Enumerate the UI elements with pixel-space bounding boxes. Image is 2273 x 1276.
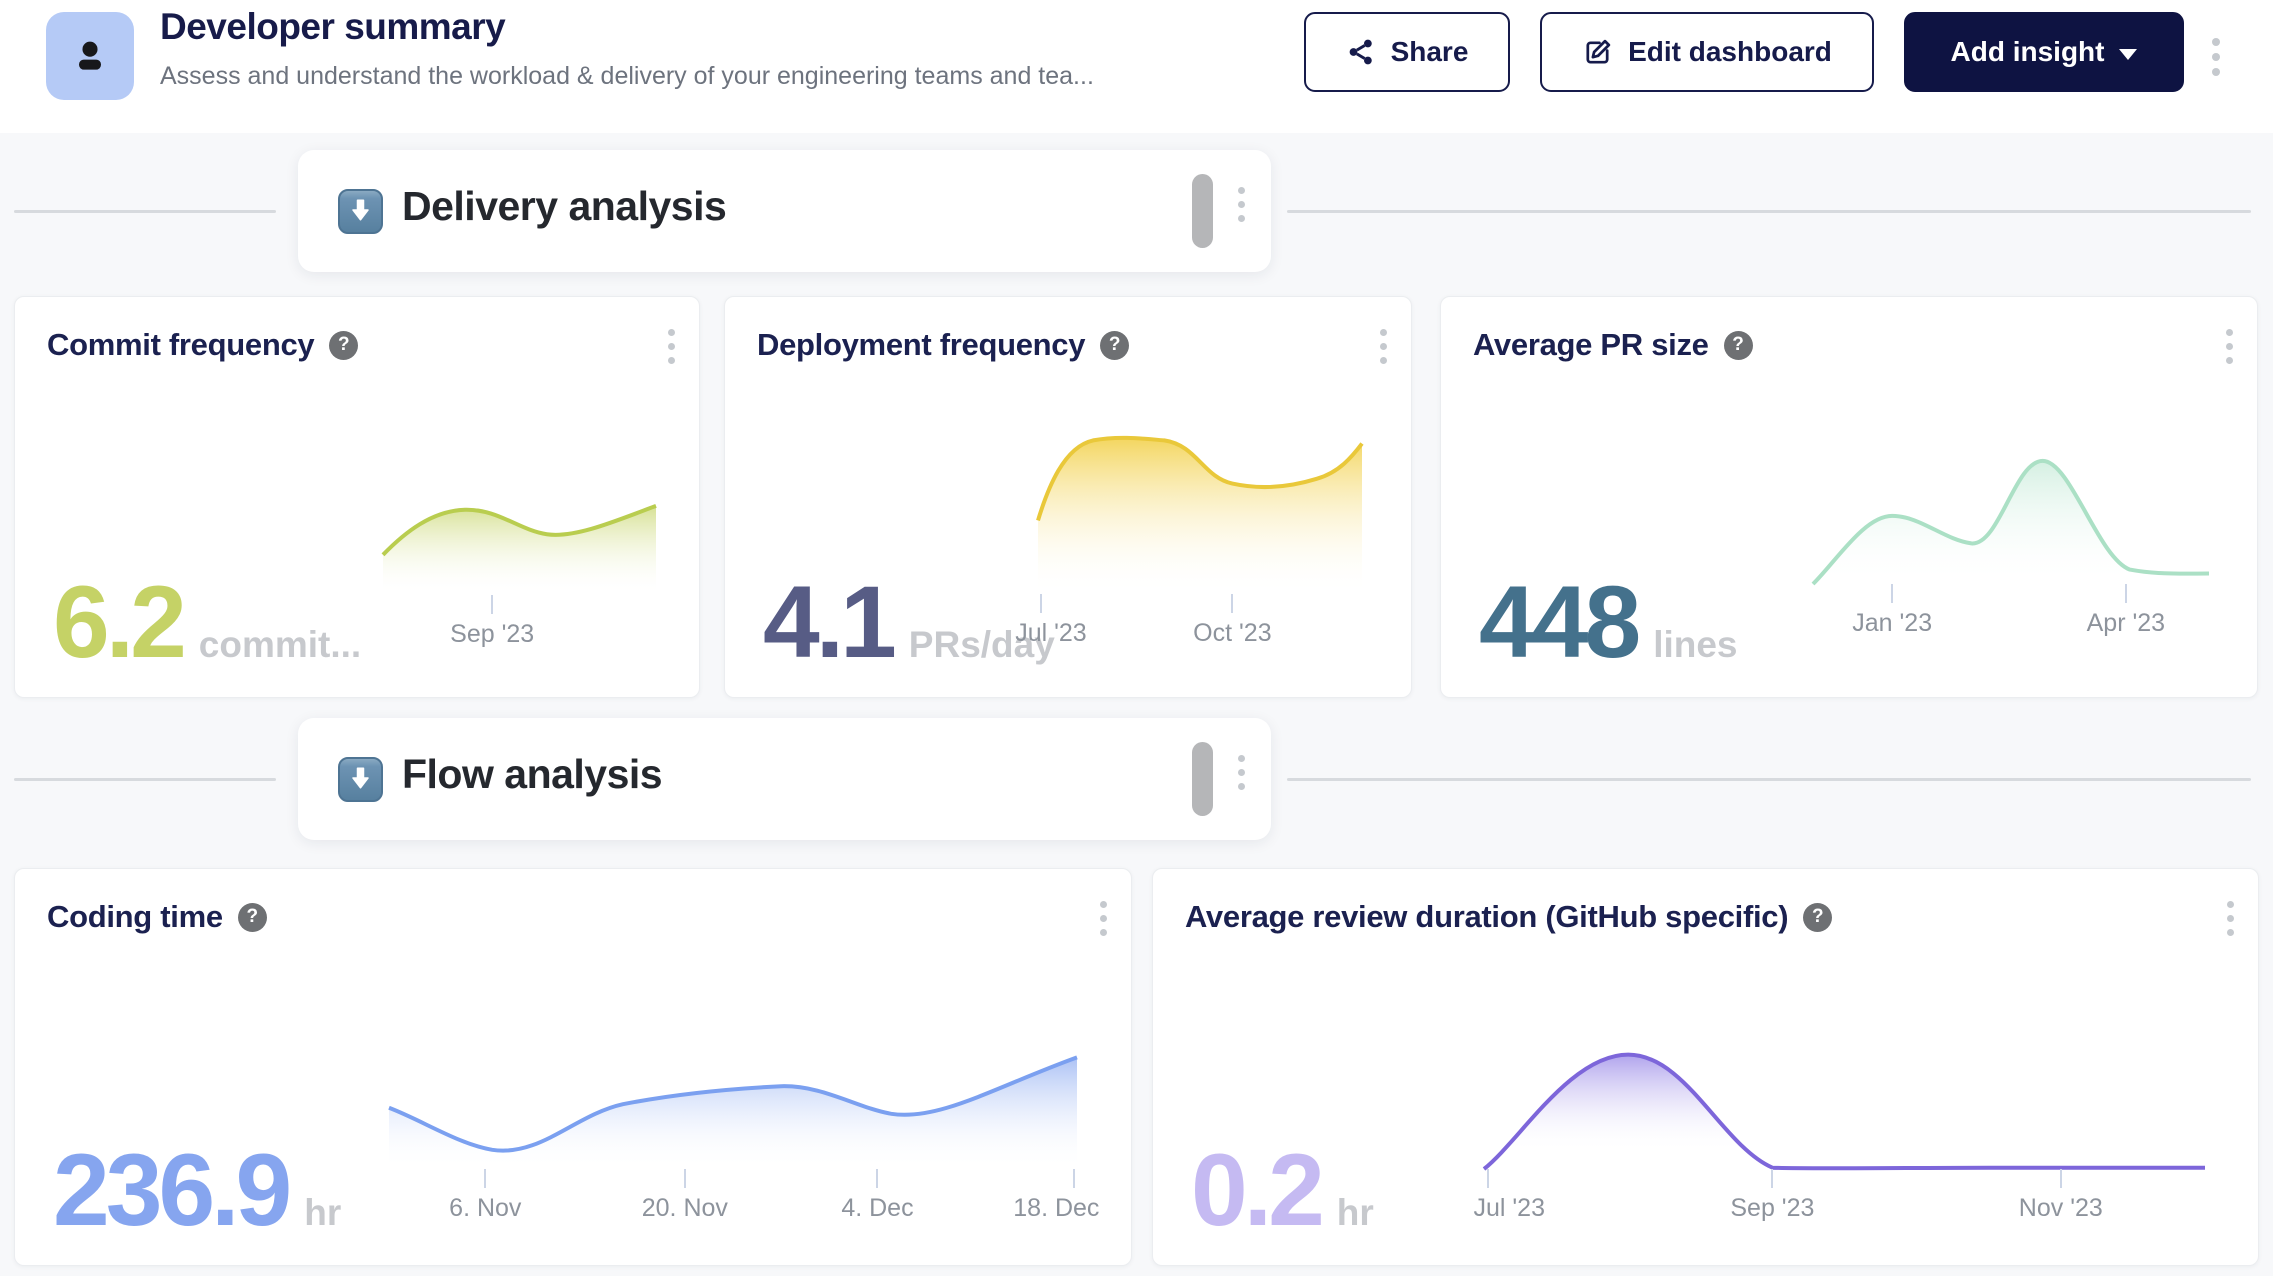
- section-divider: [14, 210, 276, 213]
- dashboard-page: Developer summary Assess and understand …: [0, 0, 2273, 1276]
- axis-tick: [491, 595, 493, 614]
- metric-value: 236.9: [53, 1139, 288, 1241]
- tick-label: 20. Nov: [642, 1194, 728, 1223]
- tick-label: Jan '23: [1852, 609, 1932, 638]
- card-kebab-menu-icon[interactable]: [668, 329, 675, 364]
- tick-label: Sep '23: [450, 620, 534, 649]
- card-kebab-menu-icon[interactable]: [1100, 901, 1107, 936]
- card-kebab-menu-icon[interactable]: [1380, 329, 1387, 364]
- card-title: Coding time: [47, 899, 223, 935]
- tick-label: Sep '23: [1730, 1194, 1814, 1223]
- help-icon[interactable]: ?: [238, 903, 267, 932]
- avatar: [46, 12, 134, 100]
- tick-label: 6. Nov: [449, 1194, 521, 1223]
- axis-tick: [2060, 1169, 2062, 1188]
- axis-tick: [1231, 594, 1233, 613]
- card-title: Deployment frequency: [757, 327, 1085, 363]
- drag-handle[interactable]: [1192, 174, 1213, 248]
- section-header-flow-analysis: Flow analysis: [298, 718, 1271, 840]
- tick-label: 4. Dec: [841, 1194, 913, 1223]
- share-icon: [1346, 37, 1376, 67]
- sparkline-chart: Jul '23 Sep '23 Nov '23: [1484, 1039, 2205, 1169]
- card-kebab-menu-icon[interactable]: [2226, 329, 2233, 364]
- help-icon[interactable]: ?: [1724, 331, 1753, 360]
- axis-tick: [2125, 584, 2127, 603]
- share-button-label: Share: [1391, 36, 1469, 68]
- metric-card-commit-frequency[interactable]: Commit frequency ? 6.2 commit... Sep '23: [14, 296, 700, 698]
- section-kebab-menu-icon[interactable]: [1238, 755, 1245, 790]
- metric-value: 448: [1479, 571, 1637, 673]
- header-kebab-menu-icon[interactable]: [2212, 38, 2220, 76]
- sparkline-chart: Jul '23 Oct '23: [1038, 434, 1362, 594]
- metric-unit: lines: [1653, 624, 1737, 666]
- tick-label: Oct '23: [1193, 619, 1271, 648]
- sparkline-chart: 6. Nov 20. Nov 4. Dec 18. Dec: [389, 1049, 1077, 1169]
- tick-label: 18. Dec: [1013, 1194, 1099, 1223]
- metric-unit: hr: [1337, 1192, 1374, 1234]
- section-divider: [14, 778, 276, 781]
- axis-tick: [1487, 1169, 1489, 1188]
- metric-unit: commit...: [199, 624, 361, 666]
- axis-tick: [484, 1169, 486, 1188]
- card-title: Commit frequency: [47, 327, 314, 363]
- axis-tick: [876, 1169, 878, 1188]
- metric-card-deployment-frequency[interactable]: Deployment frequency ? 4.1 PRs/day Jul '…: [724, 296, 1412, 698]
- edit-icon: [1582, 37, 1613, 68]
- card-title: Average review duration (GitHub specific…: [1185, 899, 1788, 935]
- axis-tick: [1073, 1169, 1075, 1188]
- card-title: Average PR size: [1473, 327, 1709, 363]
- edit-dashboard-button[interactable]: Edit dashboard: [1540, 12, 1874, 92]
- metric-card-average-review-duration[interactable]: Average review duration (GitHub specific…: [1152, 868, 2259, 1266]
- sparkline-chart: Jan '23 Apr '23: [1813, 453, 2209, 584]
- page-subtitle: Assess and understand the workload & del…: [160, 62, 1094, 91]
- tick-label: Jul '23: [1015, 619, 1086, 648]
- add-insight-button-label: Add insight: [1951, 36, 2105, 68]
- edit-dashboard-button-label: Edit dashboard: [1628, 36, 1832, 68]
- down-arrow-emoji-icon: [338, 757, 383, 802]
- drag-handle[interactable]: [1192, 742, 1213, 816]
- card-kebab-menu-icon[interactable]: [2227, 901, 2234, 936]
- metric-card-coding-time[interactable]: Coding time ? 236.9 hr 6. Nov 20.: [14, 868, 1132, 1266]
- help-icon[interactable]: ?: [1100, 331, 1129, 360]
- share-button[interactable]: Share: [1304, 12, 1510, 92]
- section-divider: [1287, 210, 2251, 213]
- section-title: Delivery analysis: [402, 183, 726, 230]
- axis-tick: [1891, 584, 1893, 603]
- down-arrow-emoji-icon: [338, 189, 383, 234]
- help-icon[interactable]: ?: [1803, 903, 1832, 932]
- tick-label: Apr '23: [2087, 609, 2165, 638]
- page-title: Developer summary: [160, 6, 505, 48]
- section-header-delivery-analysis: Delivery analysis: [298, 150, 1271, 272]
- axis-tick: [1040, 594, 1042, 613]
- tick-label: Nov '23: [2019, 1194, 2103, 1223]
- help-icon[interactable]: ?: [329, 331, 358, 360]
- sparkline-chart: Sep '23: [383, 497, 656, 595]
- section-title: Flow analysis: [402, 751, 662, 798]
- metric-value: 6.2: [53, 571, 183, 673]
- section-divider: [1287, 778, 2251, 781]
- add-insight-button[interactable]: Add insight: [1904, 12, 2184, 92]
- person-icon: [67, 33, 113, 79]
- metric-value: 0.2: [1191, 1139, 1321, 1241]
- axis-tick: [684, 1169, 686, 1188]
- metric-unit: hr: [304, 1192, 341, 1234]
- section-kebab-menu-icon[interactable]: [1238, 187, 1245, 222]
- metric-value: 4.1: [763, 571, 893, 673]
- axis-tick: [1771, 1169, 1773, 1188]
- header: Developer summary Assess and understand …: [0, 0, 2273, 133]
- metric-card-average-pr-size[interactable]: Average PR size ? 448 lines Jan '23: [1440, 296, 2258, 698]
- tick-label: Jul '23: [1473, 1194, 1544, 1223]
- caret-down-icon: [2119, 49, 2137, 60]
